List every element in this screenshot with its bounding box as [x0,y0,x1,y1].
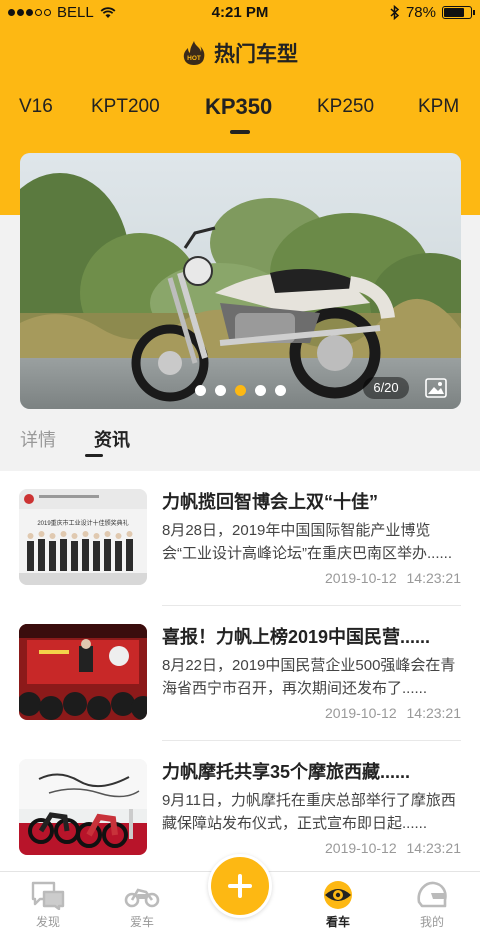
battery-level-fill [444,8,465,17]
gallery-icon[interactable] [425,378,447,398]
tab-details[interactable]: 详情 [20,426,56,462]
battery-icon [442,6,475,19]
motorcycle-icon [124,888,160,908]
news-thumbnail [19,759,147,855]
news-summary: 8月28日，2019年中国国际智能产业博览会“工业设计高峰论坛”在重庆巴南区举办… [162,522,452,562]
pagination-dot[interactable] [235,385,246,396]
status-bar: BELL 4:21 PM 78% [0,0,480,26]
tab-kpm[interactable]: KPM [418,96,459,118]
nav-my-bike[interactable]: 爱车 [112,880,172,930]
news-thumbnail: 2019重庆市工业设计十佳颁奖典礼 [19,489,147,585]
pagination-dot[interactable] [275,385,286,396]
nav-profile[interactable]: 我的 [402,880,462,930]
gallery-counter: 6/20 [363,377,409,399]
model-tabs: V16 KPT200 KP350 KP250 KPM [0,94,480,136]
svg-text:HOT: HOT [187,55,201,62]
nav-label: 爱车 [129,915,154,929]
gallery-pagination[interactable] [195,385,286,396]
tab-active-indicator [230,130,250,134]
news-date: 2019-10-12 14:23:21 [325,840,461,856]
news-thumbnail [19,624,147,720]
motorcycle-photo [20,153,461,409]
bluetooth-icon [390,5,400,20]
news-headline: 力帆揽回智博会上双“十佳” [162,492,378,512]
status-right: 78% [390,4,475,21]
hot-flame-icon: HOT [183,41,205,65]
tab-kp250[interactable]: KP250 [317,96,374,118]
eye-icon [324,881,352,909]
news-date: 2019-10-12 14:23:21 [325,570,461,586]
page-title: 热门车型 [214,43,298,66]
news-date: 2019-10-12 14:23:21 [325,705,461,721]
detail-tabs: 详情 资讯 [20,426,130,462]
pagination-dot[interactable] [215,385,226,396]
tab-v16[interactable]: V16 [19,96,53,118]
pagination-dot[interactable] [195,385,206,396]
add-button[interactable] [208,854,272,918]
news-headline: 力帆摩托共享35个摩旅西藏...... [162,762,411,782]
nav-label: 我的 [419,915,444,929]
news-summary: 9月11日，力帆摩托在重庆总部举行了摩旅西藏保障站发布仪式，正式宣布即日起...… [162,792,456,832]
sub-tab-active-indicator [85,454,103,457]
news-headline: 喜报！力帆上榜2019中国民营...... [162,627,431,647]
svg-text:2019重庆市工业设计十佳颁奖典礼: 2019重庆市工业设计十佳颁奖典礼 [37,519,128,527]
title-row: HOT 热门车型 [0,38,480,68]
chat-icon [31,881,65,910]
pagination-dot[interactable] [255,385,266,396]
news-summary: 8月22日，2019中国民营企业500强峰会在青海省西宁市召开，再次期间还发布了… [162,657,456,697]
nav-label: 发现 [35,915,60,929]
nav-label: 看车 [325,915,350,929]
battery-percent: 78% [405,4,436,21]
tab-kp350[interactable]: KP350 [205,94,272,120]
news-item[interactable]: 喜报！力帆上榜2019中国民营...... 8月22日，2019中国民营企业50… [0,606,480,741]
helmet-icon [417,881,447,908]
hero-gallery[interactable]: 6/20 [20,153,461,409]
plus-icon [228,874,252,898]
tab-kpt200[interactable]: KPT200 [91,96,160,118]
nav-discover[interactable]: 发现 [18,880,78,930]
nav-view-bikes[interactable]: 看车 [308,880,368,930]
news-item[interactable]: 2019重庆市工业设计十佳颁奖典礼 力帆揽回智博会上双“十佳” 8月28日，20… [0,471,480,606]
